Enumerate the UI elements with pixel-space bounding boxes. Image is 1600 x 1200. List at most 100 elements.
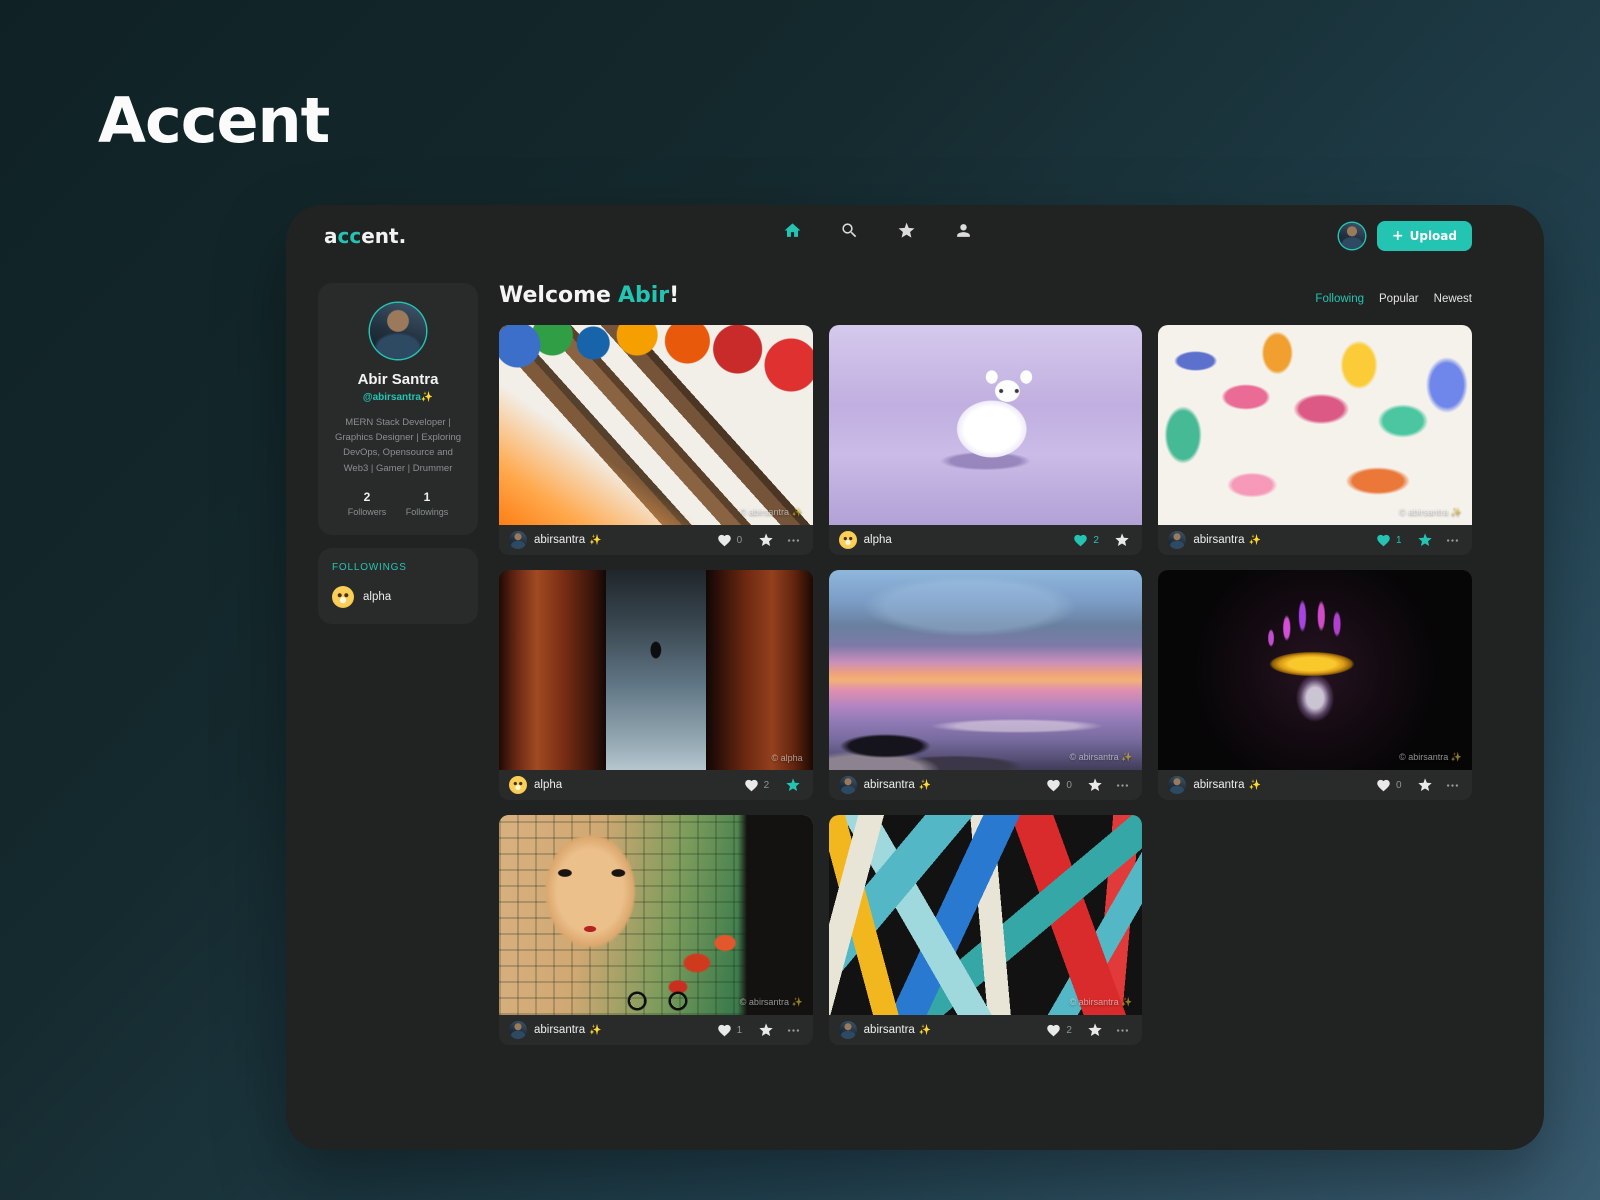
author-avatar[interactable]: [839, 1021, 857, 1039]
like-button[interactable]: [717, 1023, 732, 1038]
photo-card[interactable]: © abirsantra ✨ abirsantra ✨ 0: [829, 570, 1143, 800]
save-button[interactable]: [1087, 777, 1103, 793]
save-button[interactable]: [758, 1022, 774, 1038]
photo-paintbrushes[interactable]: © abirsantra ✨: [499, 325, 813, 525]
photo-card[interactable]: © abirsantra ✨ abirsantra ✨ 0: [499, 325, 813, 555]
following-user-alpha[interactable]: alpha: [332, 586, 464, 608]
feed-filters: Following Popular Newest: [1315, 293, 1472, 305]
author-name[interactable]: abirsantra: [1193, 779, 1244, 791]
card-footer: abirsantra ✨ 1: [499, 1015, 813, 1045]
author-name[interactable]: abirsantra: [864, 1024, 915, 1036]
photo-card[interactable]: © abirsantra ✨ abirsantra ✨ 1: [499, 815, 813, 1045]
photo-escalator[interactable]: © alpha: [499, 570, 813, 770]
nav-home-button[interactable]: [783, 221, 802, 240]
author-name[interactable]: abirsantra: [1193, 534, 1244, 546]
user-avatar[interactable]: [1339, 223, 1365, 249]
save-button[interactable]: [785, 777, 801, 793]
author-name[interactable]: abirsantra: [534, 534, 585, 546]
photo-card[interactable]: © abirsantra ✨ abirsantra ✨ 1: [1158, 325, 1472, 555]
author-avatar[interactable]: [509, 776, 527, 794]
more-menu-button[interactable]: [1445, 778, 1460, 793]
filter-newest[interactable]: Newest: [1434, 293, 1472, 305]
photo-card[interactable]: © abirsantra ✨ abirsantra ✨ 2: [829, 815, 1143, 1045]
more-menu-button[interactable]: [1445, 533, 1460, 548]
nav-search-button[interactable]: [840, 221, 859, 240]
photo-card[interactable]: © abirsantra ✨ abirsantra ✨ 0: [1158, 570, 1472, 800]
like-count: 0: [1396, 780, 1404, 791]
photo-graffiti-face[interactable]: © abirsantra ✨: [499, 815, 813, 1015]
author-avatar[interactable]: [839, 531, 857, 549]
profile-handle: @abirsantra ✨: [330, 392, 466, 403]
filter-following[interactable]: Following: [1315, 293, 1364, 305]
more-menu-button[interactable]: [786, 1023, 801, 1038]
photo-watermark: © abirsantra ✨: [1069, 997, 1132, 1008]
like-button[interactable]: [1376, 778, 1391, 793]
photo-paint-splash[interactable]: © abirsantra ✨: [1158, 325, 1472, 525]
sparkle-icon: ✨: [1248, 780, 1260, 791]
photo-watermark: © abirsantra ✨: [740, 997, 803, 1008]
sparkle-icon: ✨: [1248, 535, 1260, 546]
upload-button[interactable]: + Upload: [1377, 221, 1472, 251]
followers-stat[interactable]: 2 Followers: [348, 490, 387, 517]
photo-card[interactable]: alpha 2: [829, 325, 1143, 555]
author-name[interactable]: alpha: [534, 779, 562, 791]
card-actions: 2: [1046, 1022, 1130, 1038]
save-button[interactable]: [1114, 532, 1130, 548]
photo-geometric-mural[interactable]: © abirsantra ✨: [829, 815, 1143, 1015]
card-actions: 0: [1046, 777, 1130, 793]
photo-watermark: © abirsantra ✨: [1399, 507, 1462, 518]
sparkle-icon: ✨: [421, 392, 433, 403]
sparkle-icon: ✨: [589, 535, 601, 546]
photo-beach-sunset[interactable]: © abirsantra ✨: [829, 570, 1143, 770]
more-menu-button[interactable]: [1115, 778, 1130, 793]
profile-avatar[interactable]: [370, 303, 426, 359]
author-avatar[interactable]: [839, 776, 857, 794]
author-name[interactable]: abirsantra: [534, 1024, 585, 1036]
author-avatar[interactable]: [509, 1021, 527, 1039]
author-name[interactable]: alpha: [864, 534, 892, 546]
followings-card: FOLLOWINGS alpha: [318, 548, 478, 624]
followings-title: FOLLOWINGS: [332, 562, 464, 573]
save-button[interactable]: [758, 532, 774, 548]
followings-stat[interactable]: 1 Followings: [406, 490, 449, 517]
photo-watermark: © abirsantra ✨: [740, 507, 803, 518]
main-area: WelcomeAbir! FollowingPopularNewest © ab…: [499, 283, 1472, 1150]
photo-arctic-fox[interactable]: [829, 325, 1143, 525]
save-button[interactable]: [1417, 532, 1433, 548]
like-button[interactable]: [1073, 533, 1088, 548]
followings-list: alpha: [332, 586, 464, 608]
like-button[interactable]: [1046, 778, 1061, 793]
main-nav: [783, 221, 973, 240]
more-menu-button[interactable]: [1115, 1023, 1130, 1038]
filter-popular[interactable]: Popular: [1379, 293, 1419, 305]
sparkle-icon: ✨: [919, 780, 931, 791]
following-avatar: [332, 586, 354, 608]
followings-count: 1: [406, 490, 449, 504]
profile-stats: 2 Followers 1 Followings: [330, 490, 466, 517]
author-avatar[interactable]: [509, 531, 527, 549]
author-name[interactable]: abirsantra: [864, 779, 915, 791]
like-button[interactable]: [744, 778, 759, 793]
following-name: alpha: [363, 591, 391, 603]
followers-count: 2: [348, 490, 387, 504]
card-footer: alpha 2: [829, 525, 1143, 555]
app-window: accent. + Upload Abir Santra @abirsantra…: [286, 205, 1544, 1150]
save-button[interactable]: [1087, 1022, 1103, 1038]
profile-bio: MERN Stack Developer | Graphics Designer…: [330, 415, 466, 476]
like-count: 2: [1093, 535, 1101, 546]
like-button[interactable]: [717, 533, 732, 548]
photo-crystal-hand[interactable]: © abirsantra ✨: [1158, 570, 1472, 770]
like-button[interactable]: [1046, 1023, 1061, 1038]
save-button[interactable]: [1417, 777, 1433, 793]
main-head: WelcomeAbir! FollowingPopularNewest: [499, 283, 1472, 308]
like-button[interactable]: [1376, 533, 1391, 548]
more-menu-button[interactable]: [786, 533, 801, 548]
nav-star-button[interactable]: [897, 221, 916, 240]
followers-label: Followers: [348, 507, 387, 517]
author-avatar[interactable]: [1168, 531, 1186, 549]
author-avatar[interactable]: [1168, 776, 1186, 794]
nav-profile-button[interactable]: [954, 221, 973, 240]
app-logo[interactable]: accent.: [324, 224, 406, 248]
like-count: 2: [764, 780, 772, 791]
photo-card[interactable]: © alpha alpha 2: [499, 570, 813, 800]
